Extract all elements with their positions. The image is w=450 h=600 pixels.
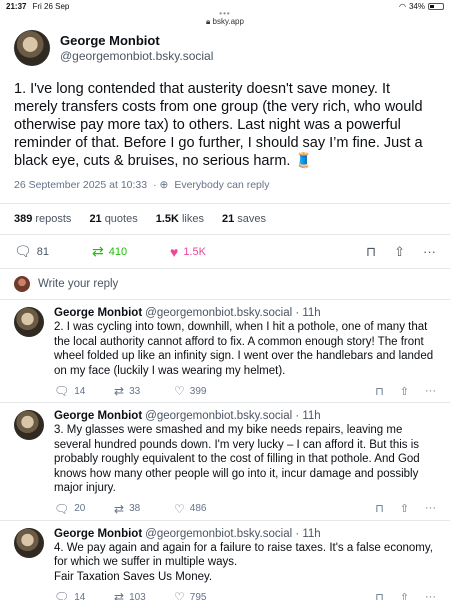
like-button[interactable]: ♥ 1.5K: [170, 244, 248, 260]
heart-icon: ♡: [174, 501, 185, 516]
repost-count: 33: [129, 385, 141, 397]
like-button[interactable]: ♡ 399: [174, 384, 234, 398]
reply-button[interactable]: 🗨︎ 81: [14, 243, 92, 260]
more-icon[interactable]: ···: [423, 244, 436, 260]
repost-icon: ⇄: [92, 243, 104, 259]
repost-count: 103: [129, 591, 146, 600]
reply-count: 81: [36, 245, 50, 258]
like-count: 795: [189, 591, 207, 600]
bookmark-icon[interactable]: ⊓: [375, 591, 384, 600]
reply-post[interactable]: George Monbiot @georgemonbiot.bsky.social…: [0, 402, 450, 520]
reply-text: 2. I was cycling into town, downhill, wh…: [54, 321, 434, 377]
globe-icon: · ⊕: [153, 179, 169, 191]
post-actions: 🗨︎ 81 ⇄ 410 ♥ 1.5K ⊓ ⇧ ···: [0, 235, 450, 268]
repost-icon: ⇄: [114, 501, 125, 516]
avatar[interactable]: [14, 30, 50, 66]
like-button[interactable]: ♡ 795: [174, 590, 234, 600]
repost-count: 410: [108, 245, 128, 258]
battery-icon: [428, 2, 444, 10]
repost-button[interactable]: ⇄ 33: [114, 384, 174, 398]
author-handle[interactable]: @georgemonbiot.bsky.social: [60, 49, 213, 63]
reply-author-handle[interactable]: @georgemonbiot.bsky.social · 11h: [145, 307, 321, 319]
comment-icon: 🗨︎: [54, 501, 70, 516]
repost-button[interactable]: ⇄ 103: [114, 590, 174, 600]
saves-count: 21 saves: [221, 213, 266, 225]
avatar[interactable]: [14, 410, 44, 440]
reply-count: 20: [74, 503, 86, 514]
wifi-icon: ◠: [399, 1, 406, 11]
bookmark-icon[interactable]: ⊓: [375, 385, 384, 398]
reply-author-name[interactable]: George Monbiot: [54, 307, 142, 319]
post-author[interactable]: George Monbiot @georgemonbiot.bsky.socia…: [0, 22, 450, 66]
comment-icon: 🗨︎: [54, 384, 70, 398]
reply-text: 4. We pay again and again for a failure …: [54, 541, 433, 583]
post-meta: 26 September 2025 at 10:33 · ⊕ Everybody…: [0, 170, 450, 191]
status-time: 21:37: [6, 1, 27, 11]
author-name[interactable]: George Monbiot: [60, 33, 213, 48]
reply-post[interactable]: George Monbiot @georgemonbiot.bsky.social…: [0, 519, 450, 600]
reply-count: 14: [74, 591, 86, 600]
reply-button[interactable]: 🗨︎ 20: [54, 502, 114, 516]
share-icon[interactable]: ⇧: [400, 502, 409, 515]
repost-button[interactable]: ⇄ 410: [92, 243, 170, 260]
like-button[interactable]: ♡ 486: [174, 502, 234, 516]
avatar[interactable]: [14, 527, 44, 558]
reply-actions: 🗨︎ 14 ⇄ 103 ♡ 795 ⊓ ⇧ ···: [54, 590, 436, 600]
reply-text: 3. My glasses were smashed and my bike n…: [54, 424, 420, 494]
more-icon[interactable]: ···: [425, 591, 436, 600]
reply-author-handle[interactable]: @georgemonbiot.bsky.social · 11h: [145, 528, 321, 540]
reply-button[interactable]: 🗨︎ 14: [54, 384, 114, 398]
share-icon[interactable]: ⇧: [394, 244, 405, 260]
reply-button[interactable]: 🗨︎ 14: [54, 590, 114, 600]
thread: George Monbiot @georgemonbiot.bsky.socia…: [0, 22, 450, 600]
heart-icon: ♥: [170, 243, 179, 260]
post-text: 1. I've long contended that austerity do…: [14, 81, 423, 169]
repost-icon: ⇄: [114, 384, 125, 398]
repost-count: 38: [129, 503, 141, 514]
reply-author-name[interactable]: George Monbiot: [54, 410, 142, 422]
quotes-count[interactable]: 21 quotes: [89, 213, 137, 225]
post-timestamp: 26 September 2025 at 10:33: [14, 179, 148, 191]
like-count: 1.5K: [183, 245, 206, 258]
write-reply-prompt[interactable]: Write your reply: [0, 269, 450, 299]
heart-icon: ♡: [174, 384, 185, 398]
reply-count: 14: [74, 385, 86, 397]
reply-author-handle[interactable]: @georgemonbiot.bsky.social · 11h: [145, 410, 321, 422]
status-date: Fri 26 Sep: [32, 1, 70, 11]
comment-icon: 🗨︎: [14, 243, 32, 259]
bookmark-icon[interactable]: ⊓: [375, 502, 384, 515]
share-icon[interactable]: ⇧: [400, 591, 409, 600]
repost-icon: ⇄: [114, 590, 125, 600]
like-count: 399: [189, 385, 207, 397]
reply-actions: 🗨︎ 20 ⇄ 38 ♡ 486 ⊓ ⇧ ···: [54, 502, 436, 516]
more-icon[interactable]: ···: [425, 385, 436, 398]
likes-count[interactable]: 1.5K likes: [156, 213, 204, 225]
reply-post[interactable]: George Monbiot @georgemonbiot.bsky.social…: [0, 299, 450, 402]
share-icon[interactable]: ⇧: [400, 385, 409, 398]
reply-actions: 🗨︎ 14 ⇄ 33 ♡ 399 ⊓ ⇧ ···: [54, 384, 436, 398]
reposts-count[interactable]: 389 reposts: [14, 213, 71, 225]
avatar[interactable]: [14, 307, 44, 337]
more-icon[interactable]: ···: [425, 502, 436, 515]
battery-percent: 34%: [408, 1, 425, 11]
bookmark-icon[interactable]: ⊓: [366, 244, 376, 260]
reply-author-name[interactable]: George Monbiot: [54, 528, 142, 540]
reply-visibility[interactable]: Everybody can reply: [174, 179, 269, 191]
reply-prompt-text[interactable]: Write your reply: [38, 278, 118, 290]
heart-icon: ♡: [174, 590, 185, 600]
avatar: [14, 276, 30, 292]
post-stats: 389 reposts 21 quotes 1.5K likes 21 saves: [0, 204, 450, 234]
like-count: 486: [189, 503, 207, 514]
repost-button[interactable]: ⇄ 38: [114, 502, 174, 516]
comment-icon: 🗨︎: [54, 590, 70, 600]
